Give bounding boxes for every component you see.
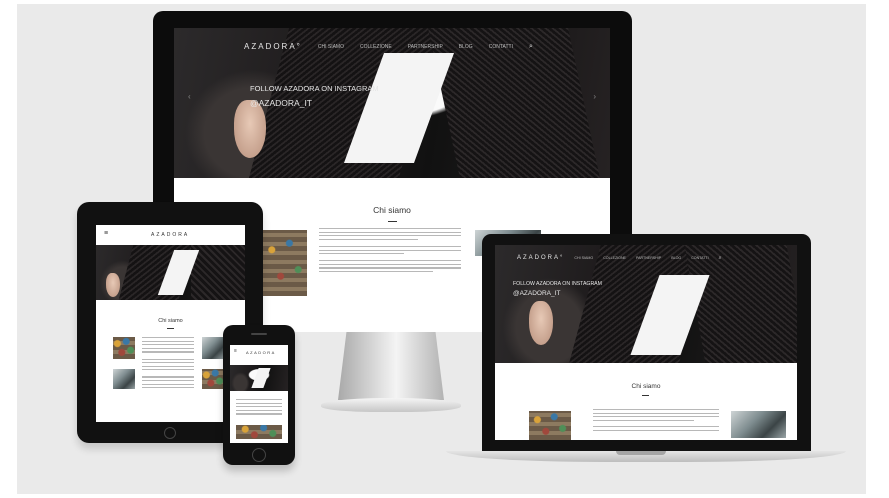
- laptop-jacket-right: [684, 245, 797, 363]
- laptop-screen: AZADORA° Chi siamo Collezione Partnershi…: [495, 245, 797, 440]
- laptop-logo[interactable]: AZADORA°: [517, 255, 564, 261]
- desktop-hero-text: FOLLOW AZADORA ON INSTAGRAM @AZADORA_IT: [250, 84, 379, 108]
- laptop-hero-line-2[interactable]: @AZADORA_IT: [513, 290, 602, 297]
- monitor-base: [321, 398, 461, 412]
- nav-item-chi-siamo[interactable]: Chi siamo: [318, 44, 344, 50]
- laptop-nav-collezione[interactable]: Collezione: [603, 256, 626, 260]
- phone-home-button-icon[interactable]: [252, 448, 266, 462]
- phone-menu-icon[interactable]: ≡: [234, 348, 237, 354]
- title-underline: [387, 221, 397, 222]
- nav-item-blog[interactable]: Blog: [459, 44, 473, 50]
- tablet-hero: [96, 245, 245, 300]
- phone-shirt: [251, 368, 271, 388]
- monitor-stand: [338, 332, 444, 400]
- tablet-logo[interactable]: AZADORA: [151, 232, 189, 238]
- desktop-logo[interactable]: AZADORA°: [244, 42, 302, 51]
- home-button-icon[interactable]: [164, 427, 176, 439]
- tablet-title-underline: [167, 328, 174, 329]
- chevron-left-icon[interactable]: ‹: [188, 92, 191, 101]
- laptop-hero: AZADORA° Chi siamo Collezione Partnershi…: [495, 245, 797, 363]
- tablet-text: [142, 337, 194, 391]
- chevron-right-icon[interactable]: ›: [593, 92, 596, 101]
- laptop-hero-line-1: FOLLOW AZADORA ON INSTAGRAM: [513, 281, 602, 287]
- phone-hero: [230, 365, 288, 391]
- laptop-navbar: AZADORA° Chi siamo Collezione Partnershi…: [517, 255, 797, 261]
- hero-hand: [234, 100, 266, 158]
- nav-item-contatti[interactable]: Contatti: [489, 44, 513, 50]
- laptop-product-image: [731, 411, 786, 438]
- laptop-device: AZADORA° Chi siamo Collezione Partnershi…: [482, 234, 811, 451]
- nav-item-partnership[interactable]: Partnership: [408, 44, 443, 50]
- laptop-text: [593, 409, 719, 433]
- phone-device: ≡ AZADORA: [223, 325, 295, 465]
- tablet-hand: [106, 273, 120, 297]
- tablet-beads-image: [113, 337, 135, 359]
- phone-text: [236, 399, 282, 417]
- desktop-hero: AZADORA° Chi siamo Collezione Partnershi…: [174, 28, 610, 178]
- laptop-nav-partnership[interactable]: Partnership: [636, 256, 661, 260]
- hero-line-2[interactable]: @AZADORA_IT: [250, 98, 379, 108]
- search-icon[interactable]: ⌕: [529, 43, 533, 51]
- desktop-navbar: AZADORA° Chi siamo Collezione Partnershi…: [244, 42, 610, 51]
- tablet-image-2: [113, 369, 135, 389]
- phone-logo[interactable]: AZADORA: [246, 350, 276, 355]
- laptop-section-title: Chi siamo: [631, 383, 661, 390]
- hero-line-1: FOLLOW AZADORA ON INSTAGRAM: [250, 84, 379, 93]
- beads-image: [263, 230, 307, 296]
- laptop-beads-image: [529, 411, 571, 440]
- phone-screen: ≡ AZADORA: [230, 345, 288, 443]
- nav-item-collezione[interactable]: Collezione: [360, 44, 392, 50]
- laptop-nav-blog[interactable]: Blog: [671, 256, 681, 260]
- tablet-jacket-right: [191, 245, 245, 300]
- tablet-image-3: [202, 369, 224, 389]
- menu-icon[interactable]: ≡: [104, 230, 108, 237]
- phone-speaker: [251, 333, 267, 335]
- laptop-hero-text: FOLLOW AZADORA ON INSTAGRAM @AZADORA_IT: [513, 281, 602, 297]
- laptop-hand: [529, 301, 553, 345]
- laptop-notch: [616, 451, 666, 455]
- tablet-product-image: [202, 337, 224, 359]
- laptop-title-underline: [642, 395, 649, 396]
- tablet-section-title: Chi siamo: [158, 318, 183, 324]
- laptop-search-icon[interactable]: ⌕: [719, 255, 722, 261]
- phone-beads-image: [236, 425, 282, 439]
- laptop-nav-chi-siamo[interactable]: Chi siamo: [574, 256, 593, 260]
- laptop-nav-contatti[interactable]: Contatti: [691, 256, 708, 260]
- text-paragraph: [319, 228, 461, 275]
- tablet-topbar: ≡ AZADORA: [96, 225, 245, 245]
